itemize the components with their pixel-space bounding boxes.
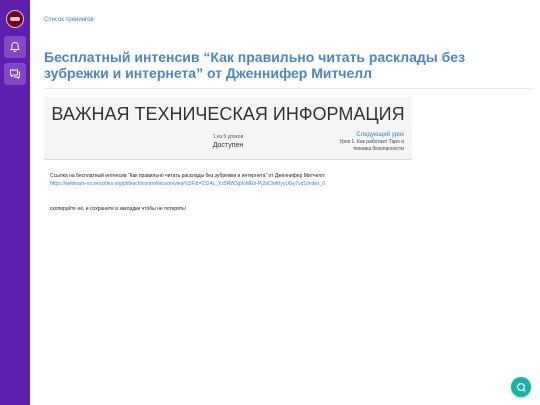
- content-note: скопируйте её, и сохраните в закладки чт…: [50, 206, 187, 212]
- logo-mark: [10, 17, 20, 21]
- school-logo[interactable]: [6, 10, 24, 28]
- breadcrumb-training-list[interactable]: Список тренингов: [44, 17, 94, 23]
- chat-bubble-icon: [516, 382, 526, 392]
- webinar-link[interactable]: https://webinars-os.neocities.org/pl/tea…: [50, 181, 325, 187]
- content-intro: Ссылка на бесплатный интенсив “Как прави…: [50, 173, 326, 179]
- lesson-status: Доступен: [212, 142, 244, 149]
- page-title: Бесплатный интенсив “Как правильно читат…: [44, 49, 466, 81]
- sidebar-item-messages[interactable]: [4, 63, 26, 85]
- title-divider: [44, 88, 534, 89]
- lesson-heading: ВАЖНАЯ ТЕХНИЧЕСКАЯ ИНФОРМАЦИЯ: [51, 104, 405, 124]
- lesson-header-card: ВАЖНАЯ ТЕХНИЧЕСКАЯ ИНФОРМАЦИЯ 1 из 5 уро…: [44, 97, 412, 160]
- lesson-content: Ссылка на бесплатный интенсив “Как прави…: [50, 172, 510, 213]
- next-lesson-link[interactable]: Следующий урок: [356, 132, 404, 138]
- chat-icon: [10, 69, 20, 79]
- sidebar-item-notifications[interactable]: [4, 36, 26, 58]
- lesson-count: 1 из 5 уроков: [212, 134, 244, 140]
- next-lesson-title: Урок 1. Как работает Таро и техника безо…: [339, 139, 404, 152]
- bell-icon: [10, 42, 20, 52]
- sidebar: [0, 0, 30, 405]
- chat-widget-button[interactable]: [511, 377, 531, 397]
